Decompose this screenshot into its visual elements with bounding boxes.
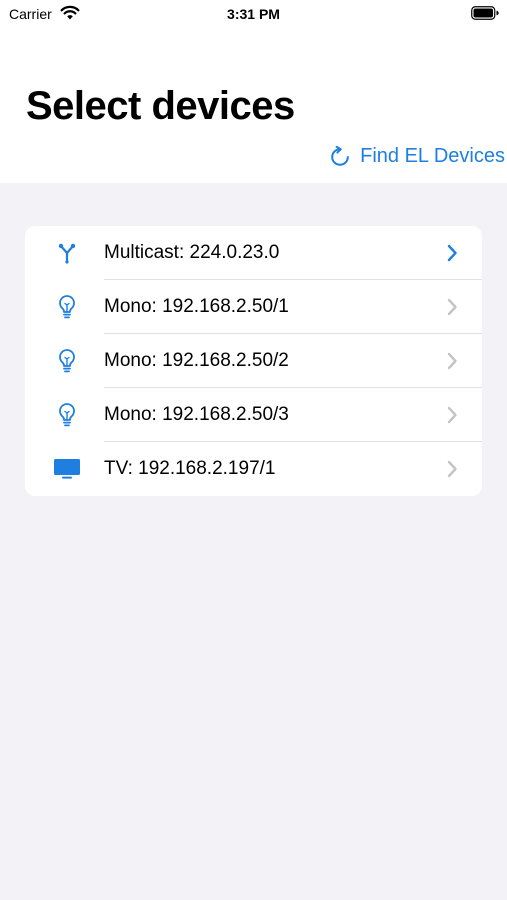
status-bar: Carrier 3:31 PM [0, 0, 507, 30]
battery-icon [471, 6, 499, 25]
multicast-icon [52, 240, 82, 266]
device-label: Mono: 192.168.2.50/2 [104, 350, 289, 371]
tv-icon [52, 456, 82, 482]
lightbulb-icon [52, 402, 82, 428]
device-row-tv[interactable]: TV: 192.168.2.197/1 [25, 442, 482, 496]
chevron-right-icon [446, 298, 458, 316]
device-label: TV: 192.168.2.197/1 [104, 458, 276, 479]
device-row-mono-3[interactable]: Mono: 192.168.2.50/3 [25, 388, 482, 442]
lightbulb-icon [52, 348, 82, 374]
status-time: 3:31 PM [227, 6, 280, 22]
device-row-multicast[interactable]: Multicast: 224.0.23.0 [25, 226, 482, 280]
chevron-right-icon [446, 352, 458, 370]
device-label: Mono: 192.168.2.50/1 [104, 296, 289, 317]
chevron-right-icon [446, 406, 458, 424]
lightbulb-icon [52, 294, 82, 320]
device-label: Mono: 192.168.2.50/3 [104, 404, 289, 425]
find-el-devices-label: Find EL Devices [360, 145, 505, 167]
chevron-right-icon [446, 460, 458, 478]
device-list: Multicast: 224.0.23.0 Mono: 192.168.2.50… [25, 226, 482, 496]
refresh-icon [329, 145, 351, 168]
find-el-devices-button[interactable]: Find EL Devices [329, 145, 505, 168]
navigation-header: Select devices Find EL Devices [0, 30, 507, 183]
device-label: Multicast: 224.0.23.0 [104, 242, 280, 263]
chevron-right-icon [446, 244, 458, 262]
device-row-mono-2[interactable]: Mono: 192.168.2.50/2 [25, 334, 482, 388]
page-title: Select devices [26, 84, 295, 128]
device-row-mono-1[interactable]: Mono: 192.168.2.50/1 [25, 280, 482, 334]
